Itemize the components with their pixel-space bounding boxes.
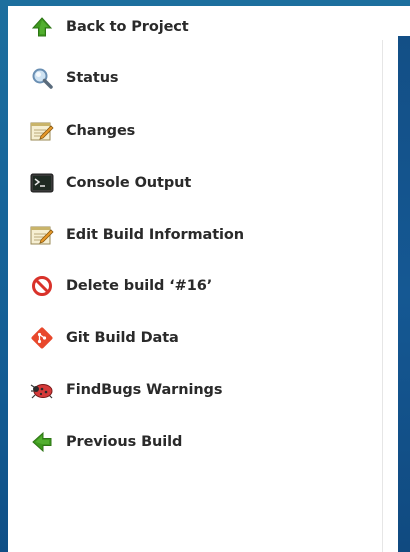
panel-right-strip (382, 40, 398, 552)
sidebar-item-label: Edit Build Information (66, 227, 244, 243)
desktop-edge (398, 36, 410, 552)
sidebar-item-label: Status (66, 70, 119, 86)
sidebar-item-git-build-data[interactable]: Git Build Data (28, 320, 358, 356)
left-arrow-icon (28, 428, 56, 456)
up-arrow-icon (28, 13, 56, 41)
sidebar-item-label: Previous Build (66, 434, 183, 450)
terminal-icon (28, 169, 56, 197)
sidebar-item-label: Console Output (66, 175, 192, 191)
sidebar-item-console-output[interactable]: Console Output (28, 165, 358, 201)
sidebar-item-label: FindBugs Warnings (66, 382, 223, 398)
notepad-icon (28, 221, 56, 249)
sidebar-item-label: Back to Project (66, 19, 189, 35)
sidebar-item-changes[interactable]: Changes (28, 113, 358, 149)
sidebar-item-label: Delete build ‘#16’ (66, 278, 213, 294)
magnifier-icon (28, 64, 56, 92)
no-entry-icon (28, 272, 56, 300)
sidebar-item-findbugs-warnings[interactable]: FindBugs Warnings (28, 372, 358, 408)
panel-edge-top (398, 6, 410, 36)
bug-icon (28, 376, 56, 404)
git-icon (28, 324, 56, 352)
sidebar-item-previous-build[interactable]: Previous Build (28, 424, 358, 460)
sidebar-item-label: Git Build Data (66, 330, 179, 346)
sidebar-item-edit-build-information[interactable]: Edit Build Information (28, 217, 358, 253)
notepad-icon (28, 117, 56, 145)
sidebar-item-status[interactable]: Status (28, 60, 358, 96)
sidebar-item-delete-build[interactable]: Delete build ‘#16’ (28, 268, 358, 304)
sidebar-item-label: Changes (66, 123, 136, 139)
sidebar-item-back-to-project[interactable]: Back to Project (28, 9, 358, 45)
